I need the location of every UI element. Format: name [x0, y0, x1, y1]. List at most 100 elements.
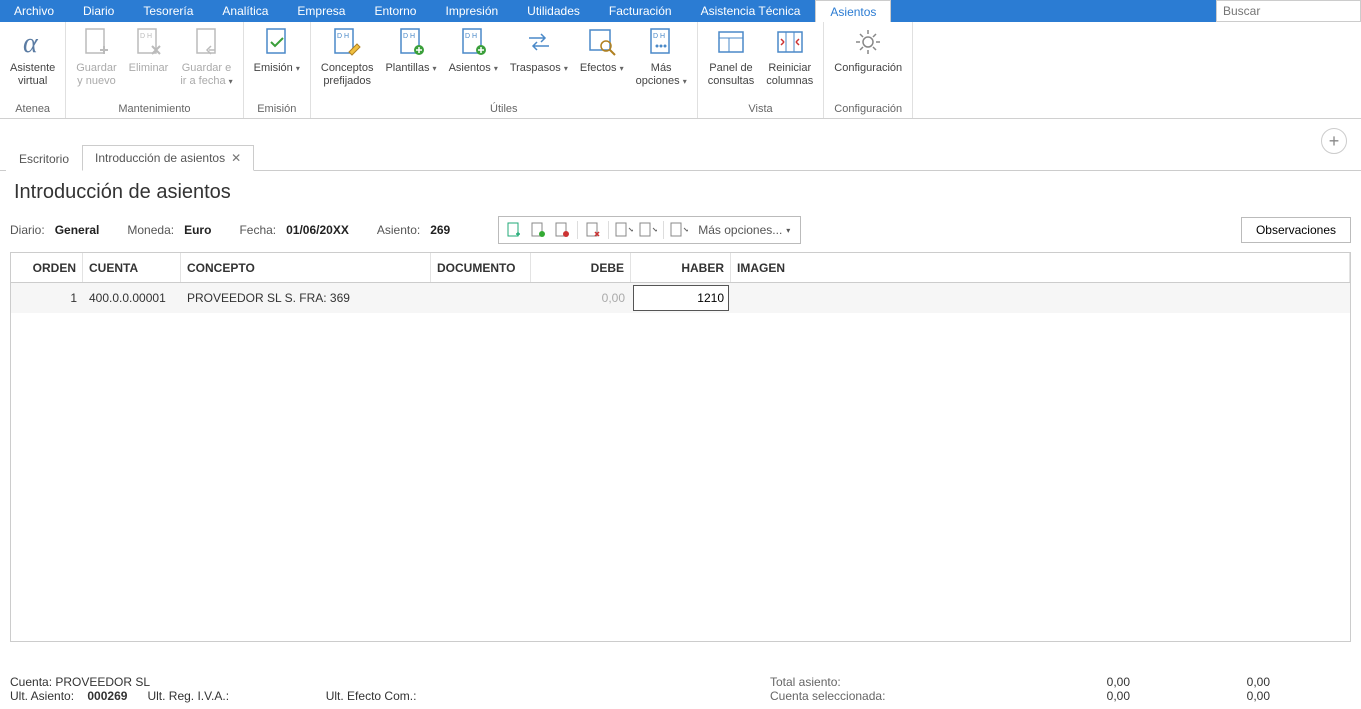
search-input[interactable] — [1223, 4, 1354, 18]
ribbon-group-label: Mantenimiento — [72, 101, 236, 118]
observaciones-button[interactable]: Observaciones — [1241, 217, 1351, 243]
guardar-ir-fecha-label: Guardar eir a fecha ▾ — [180, 62, 232, 88]
col-orden[interactable]: ORDEN — [11, 253, 83, 282]
panel-icon — [715, 26, 747, 58]
tb-more-label: Más opciones... — [698, 223, 782, 237]
plantillas-button[interactable]: D H Plantillas ▾ — [381, 24, 440, 77]
menu-impresin[interactable]: Impresión — [431, 0, 513, 22]
tb-dd1-icon[interactable] — [615, 221, 633, 239]
menu-utilidades[interactable]: Utilidades — [513, 0, 595, 22]
moneda-value[interactable]: Euro — [184, 223, 211, 237]
svg-text:D H: D H — [140, 33, 152, 40]
mas-opciones-button[interactable]: D HMásopciones ▾ — [632, 24, 691, 90]
asientos-u-button[interactable]: D H Asientos ▾ — [445, 24, 502, 77]
col-documento[interactable]: DOCUMENTO — [431, 253, 531, 282]
ribbon-group-label: Configuración — [830, 101, 906, 118]
eliminar-label: Eliminar — [129, 62, 169, 75]
svg-text:D H: D H — [403, 33, 415, 40]
fecha-value[interactable]: 01/06/20XX — [286, 223, 349, 237]
tb-doc-green-icon[interactable] — [529, 221, 547, 239]
ult-reg-iva: Ult. Reg. I.V.A.: — [147, 689, 229, 703]
col-concepto[interactable]: CONCEPTO — [181, 253, 431, 282]
configuracion-button[interactable]: Configuración — [830, 24, 906, 77]
tb-dd2-icon[interactable] — [639, 221, 657, 239]
tb-new-icon[interactable] — [505, 221, 523, 239]
cuenta-sel-v1: 0,00 — [990, 689, 1130, 703]
asiento-value[interactable]: 269 — [430, 223, 450, 237]
moneda-label: Moneda: — [127, 223, 174, 237]
tb-more-options[interactable]: Más opciones...▾ — [694, 223, 794, 237]
ribbon-group-label: Atenea — [6, 101, 59, 118]
tb-dd3-icon[interactable] — [670, 221, 688, 239]
asistente-virtual-label: Asistentevirtual — [10, 62, 55, 88]
menu-entorno[interactable]: Entorno — [360, 0, 431, 22]
ult-efecto: Ult. Efecto Com.: — [326, 689, 417, 703]
conceptos-prefijados-button[interactable]: D HConceptosprefijados — [317, 24, 378, 90]
cell-cuenta[interactable]: 400.0.0.00001 — [83, 283, 181, 313]
doc-plus2-icon: D H — [395, 26, 427, 58]
ribbon-group-mantenimiento: Guardary nuevo D H Eliminar Guardar eir a f… — [66, 22, 243, 118]
page-title: Introducción de asientos — [0, 171, 1361, 212]
menu-analtica[interactable]: Analítica — [208, 0, 283, 22]
arrows-icon — [523, 26, 555, 58]
cell-orden[interactable]: 1 — [11, 283, 83, 313]
filter-row: Diario: General Moneda: Euro Fecha: 01/0… — [0, 212, 1361, 252]
traspasos-button[interactable]: Traspasos ▾ — [506, 24, 572, 77]
tab-introduccindeasiento[interactable]: Introducción de asientos✕ — [82, 145, 254, 171]
cell-imagen[interactable] — [731, 283, 1350, 313]
total-asiento-v1: 0,00 — [990, 675, 1130, 689]
menu-diario[interactable]: Diario — [69, 0, 129, 22]
ribbon-group-label: Útiles — [317, 101, 691, 118]
doc-more-icon: D H — [645, 26, 677, 58]
entries-grid: ORDEN CUENTA CONCEPTO DOCUMENTO DEBE HAB… — [10, 252, 1351, 642]
close-icon[interactable]: ✕ — [231, 151, 241, 165]
cell-debe[interactable]: 0,00 — [531, 283, 631, 313]
tab-escritorio[interactable]: Escritorio — [6, 146, 82, 171]
doc-plus-icon — [80, 26, 112, 58]
menu-tesorera[interactable]: Tesorería — [129, 0, 208, 22]
alpha-icon: α — [17, 26, 49, 58]
ult-asiento-value: 000269 — [87, 689, 127, 703]
col-haber[interactable]: HABER — [631, 253, 731, 282]
svg-text:α: α — [23, 28, 39, 58]
cell-haber[interactable] — [631, 283, 731, 313]
table-row[interactable]: 1 400.0.0.00001 PROVEEDOR SL S. FRA: 369… — [11, 283, 1350, 313]
tb-doc-red-icon[interactable] — [553, 221, 571, 239]
menu-facturacin[interactable]: Facturación — [595, 0, 687, 22]
cuenta-sel-v2: 0,00 — [1130, 689, 1270, 703]
diario-value[interactable]: General — [55, 223, 100, 237]
plantillas-label: Plantillas ▾ — [385, 62, 436, 75]
cell-concepto[interactable]: PROVEEDOR SL S. FRA: 369 — [181, 283, 431, 313]
efectos-button[interactable]: Efectos ▾ — [576, 24, 628, 77]
guardar-ir-fecha-button: Guardar eir a fecha ▾ — [176, 24, 236, 90]
document-tabs: EscritorioIntroducción de asientos✕ — [0, 121, 1361, 171]
doc-edit-icon: D H — [331, 26, 363, 58]
haber-input[interactable] — [633, 285, 729, 311]
guardar-nuevo-button: Guardary nuevo — [72, 24, 120, 90]
svg-text:D H: D H — [465, 33, 477, 40]
cuenta-sel-v3: 0,00 — [1270, 689, 1361, 703]
search-box[interactable] — [1216, 0, 1361, 22]
col-debe[interactable]: DEBE — [531, 253, 631, 282]
asientos-u-label: Asientos ▾ — [449, 62, 498, 75]
doc-left-icon — [191, 26, 223, 58]
menu-archivo[interactable]: Archivo — [0, 0, 69, 22]
eliminar-button: D H Eliminar — [125, 24, 173, 77]
emision-label: Emisión ▾ — [254, 62, 300, 75]
tb-delete-icon[interactable] — [584, 221, 602, 239]
col-imagen[interactable]: IMAGEN — [731, 253, 1350, 282]
ribbon-group-tiles: D HConceptosprefijadosD HPlantillas ▾D H… — [311, 22, 698, 118]
asistente-virtual-button[interactable]: α Asistentevirtual — [6, 24, 59, 90]
emision-button[interactable]: Emisión ▾ — [250, 24, 304, 77]
col-cuenta[interactable]: CUENTA — [83, 253, 181, 282]
ult-asiento-label: Ult. Asiento: — [10, 689, 74, 703]
doc-plus3-icon: D H — [457, 26, 489, 58]
reiniciar-columnas-button[interactable]: Reiniciarcolumnas — [762, 24, 817, 90]
cell-documento[interactable] — [431, 283, 531, 313]
doc-check-icon — [261, 26, 293, 58]
menu-asistenciatcnica[interactable]: Asistencia Técnica — [687, 0, 816, 22]
menu-empresa[interactable]: Empresa — [283, 0, 360, 22]
add-icon[interactable]: + — [1321, 128, 1347, 154]
menu-asientos[interactable]: Asientos — [815, 0, 891, 22]
panel-consultas-button[interactable]: Panel deconsultas — [704, 24, 758, 90]
